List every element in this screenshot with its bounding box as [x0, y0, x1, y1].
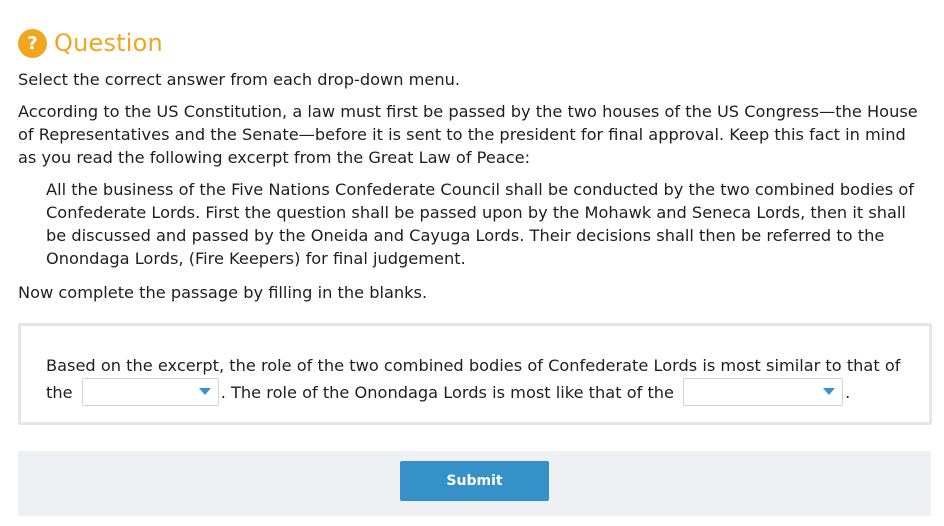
intro-paragraph: According to the US Constitution, a law …	[18, 102, 918, 167]
caret-down-icon	[823, 387, 836, 395]
answer-text-part2: . The role of the Onondaga Lords is most…	[220, 383, 675, 402]
question-title: Question	[54, 29, 163, 57]
answer-passage: Based on the excerpt, the role of the tw…	[46, 352, 916, 408]
footer-bar: Submit	[18, 451, 931, 516]
submit-button[interactable]: Submit	[400, 461, 549, 501]
dropdown-congress-role[interactable]	[81, 377, 219, 406]
question-header: ? Question	[18, 27, 163, 59]
excerpt-blockquote: All the business of the Five Nations Con…	[46, 180, 914, 268]
instructions-text: Select the correct answer from each drop…	[18, 70, 461, 89]
question-circle-icon: ?	[18, 28, 47, 58]
complete-prompt: Now complete the passage by filling in t…	[18, 283, 428, 302]
caret-down-icon	[198, 387, 211, 395]
answer-box: Based on the excerpt, the role of the tw…	[18, 323, 932, 425]
answer-text-part3: .	[845, 383, 851, 402]
dropdown-onondaga-role[interactable]	[683, 377, 844, 406]
